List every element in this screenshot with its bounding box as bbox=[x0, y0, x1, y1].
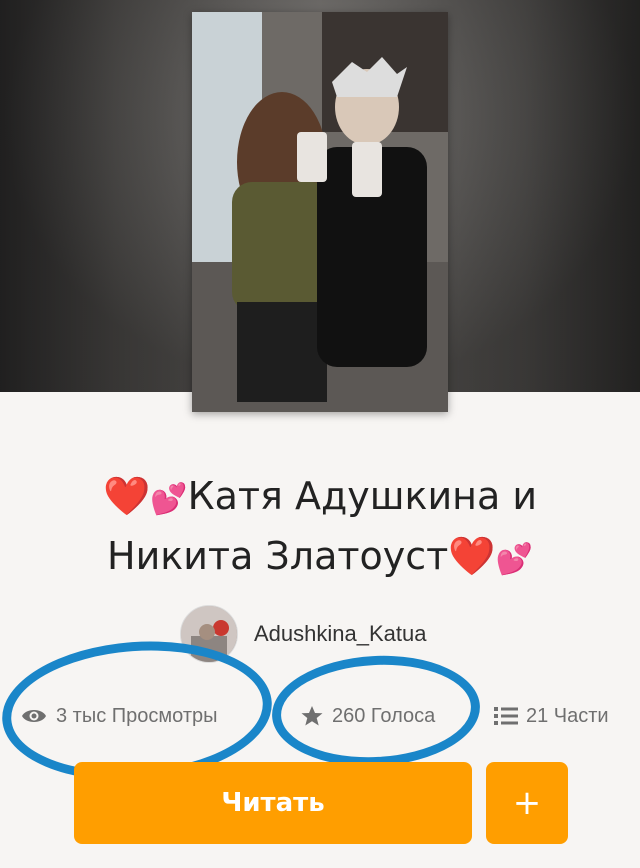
annotation-circle-votes bbox=[269, 650, 483, 772]
author-name[interactable]: Adushkina_Katua bbox=[254, 621, 426, 647]
list-icon bbox=[494, 705, 518, 727]
read-button[interactable]: Читать bbox=[74, 762, 472, 844]
story-cover-image[interactable] bbox=[192, 12, 448, 412]
add-to-library-button[interactable]: + bbox=[486, 762, 568, 844]
title-text-2: Никита Златоуст bbox=[107, 534, 449, 578]
heart-emoji: ❤️ bbox=[102, 474, 151, 518]
parts-stat[interactable]: 21 Части bbox=[494, 696, 609, 736]
title-line-1: ❤️💕Катя Адушкина и bbox=[20, 468, 620, 528]
story-title: ❤️💕Катя Адушкина и Никита Златоуст❤️💕 bbox=[20, 468, 620, 588]
parts-count: 21 Части bbox=[526, 704, 609, 727]
heart-emoji: ❤️ bbox=[448, 534, 496, 578]
title-text-1: Катя Адушкина и bbox=[187, 474, 538, 518]
two-hearts-emoji: 💕 bbox=[495, 542, 533, 577]
title-line-2: Никита Златоуст❤️💕 bbox=[20, 528, 620, 588]
two-hearts-emoji: 💕 bbox=[150, 482, 188, 517]
